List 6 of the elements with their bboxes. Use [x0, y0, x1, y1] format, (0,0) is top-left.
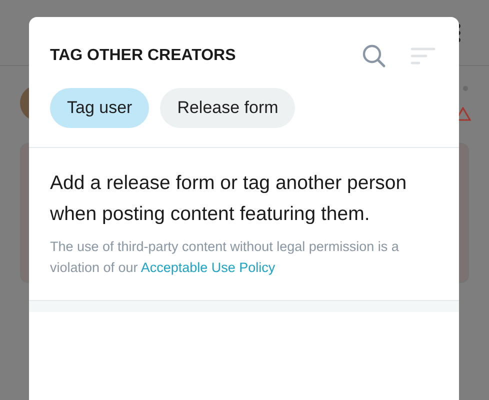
- search-icon[interactable]: [362, 44, 386, 68]
- tab[interactable]: Tag user: [50, 88, 150, 128]
- dialog-heading: Add a release form or tag another person when posting content featuring them.: [50, 171, 408, 227]
- tab[interactable]: Release form: [160, 88, 296, 128]
- policy-note: The use of third-party content without legal permission is a violation of our Acceptable Use Policy: [50, 238, 400, 277]
- dialog-title: TAG OTHER CREATORS: [50, 47, 236, 65]
